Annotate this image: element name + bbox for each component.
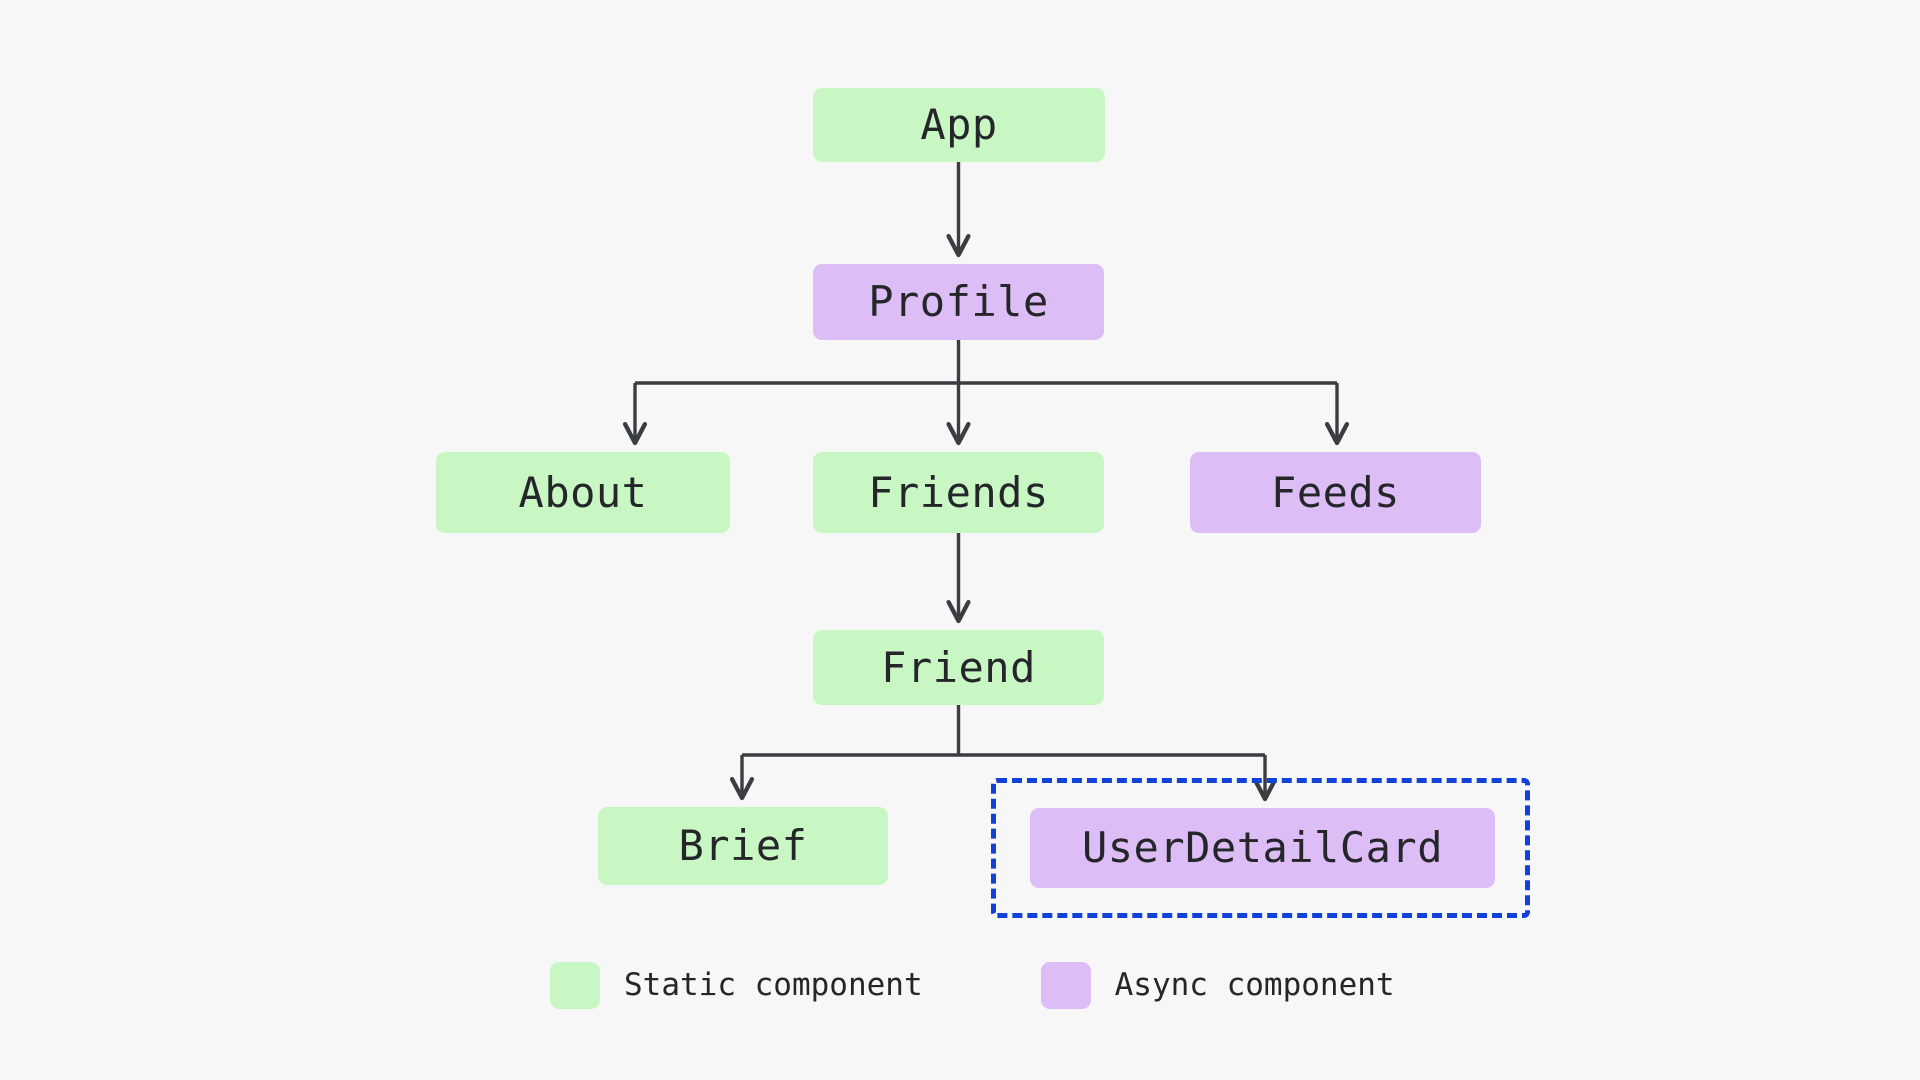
node-label: Profile — [868, 277, 1049, 326]
node-brief[interactable]: Brief — [598, 807, 888, 885]
legend-swatch-static-icon — [550, 962, 600, 1009]
legend-label-static: Static component — [624, 967, 923, 1003]
node-app[interactable]: App — [813, 88, 1105, 162]
node-userdetailcard[interactable]: UserDetailCard — [1030, 808, 1495, 888]
node-label: About — [518, 467, 648, 517]
legend-swatch-async-icon — [1040, 962, 1091, 1009]
node-label: Brief — [678, 821, 808, 870]
node-profile[interactable]: Profile — [813, 264, 1104, 340]
node-label: UserDetailCard — [1081, 823, 1443, 872]
node-label: Friends — [868, 467, 1049, 517]
node-about[interactable]: About — [436, 452, 730, 533]
node-friends[interactable]: Friends — [813, 452, 1104, 533]
node-feeds[interactable]: Feeds — [1190, 452, 1481, 533]
diagram-canvas: App Profile About Friends Feeds Friend B… — [0, 0, 1920, 1080]
legend-item-static: Static component — [550, 962, 923, 1009]
node-label: App — [920, 100, 998, 149]
node-label: Friend — [881, 642, 1036, 692]
legend-label-async: Async component — [1114, 967, 1395, 1003]
edge-layer — [0, 162, 1920, 1080]
node-friend[interactable]: Friend — [813, 630, 1104, 705]
legend-item-async: Async component — [1040, 962, 1395, 1009]
node-label: Feeds — [1271, 467, 1400, 517]
legend: Static component Async component — [550, 962, 1395, 1009]
